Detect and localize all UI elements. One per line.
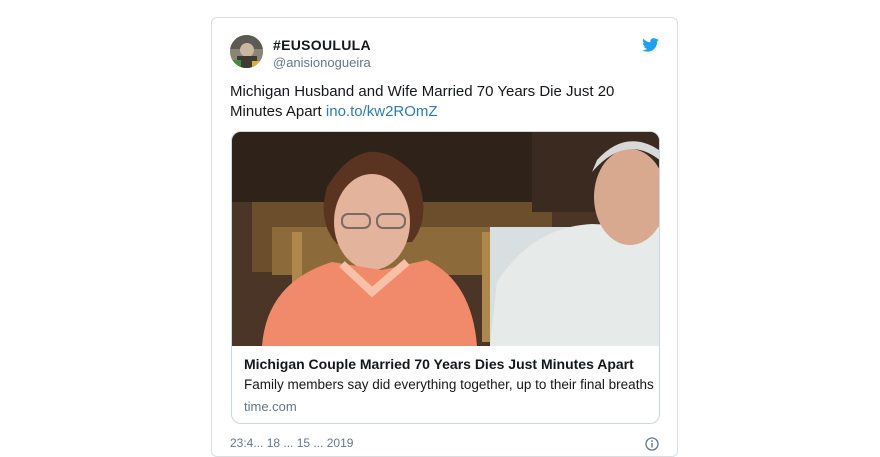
embedded-tweet: #EUSOULULA @anisionogueira Michigan Husb…: [211, 17, 678, 457]
card-domain: time.com: [244, 399, 297, 414]
twitter-bird-icon[interactable]: [642, 38, 659, 52]
info-icon[interactable]: [645, 437, 659, 451]
card-description: Family members say did everything togeth…: [244, 377, 654, 392]
display-name[interactable]: #EUSOULULA: [273, 37, 371, 53]
avatar[interactable]: [230, 35, 263, 68]
tweet-link[interactable]: ino.to/kw2ROmZ: [326, 103, 438, 120]
user-handle[interactable]: @anisionogueira: [273, 55, 371, 70]
link-card[interactable]: Michigan Couple Married 70 Years Dies Ju…: [231, 131, 660, 424]
tweet-timestamp[interactable]: 23:4... 18 ... 15 ... 2019: [230, 436, 353, 450]
card-title[interactable]: Michigan Couple Married 70 Years Dies Ju…: [244, 356, 634, 372]
card-photo[interactable]: [232, 132, 659, 346]
tweet-text: Michigan Husband and Wife Married 70 Yea…: [230, 82, 662, 122]
